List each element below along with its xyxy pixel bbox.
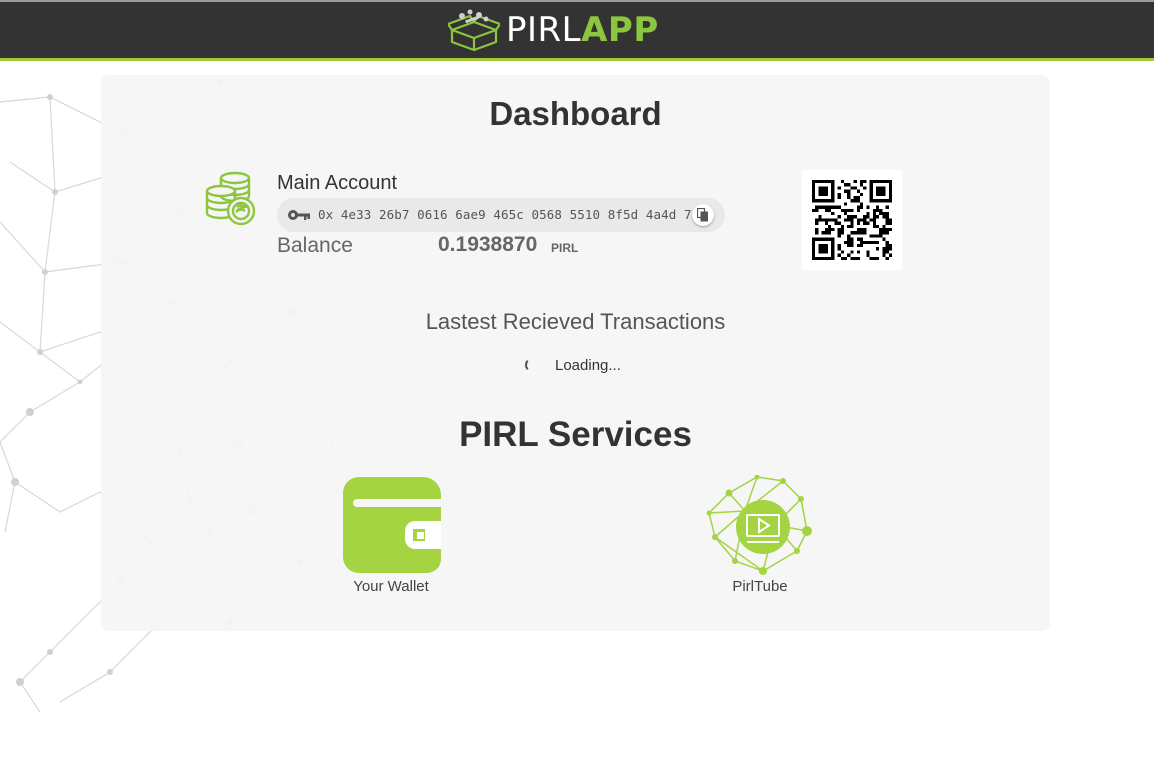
balance-value: 0.1938870 <box>438 233 538 256</box>
loading-spinner-icon <box>525 358 539 372</box>
address-field: 0x 4e33 26b7 0616 6ae9 465c 0568 5510 8f… <box>277 198 725 232</box>
copy-icon <box>697 208 708 222</box>
balance-label: Balance <box>277 234 353 257</box>
navbar-accent-line <box>0 58 1154 61</box>
service-label: PirlTube <box>732 578 788 595</box>
logo-text-app: APP <box>581 10 659 50</box>
logo-box-icon <box>448 9 500 52</box>
wallet-icon <box>343 477 441 573</box>
qr-code <box>802 170 902 270</box>
logo-text-pirl: PIRL <box>506 10 582 50</box>
app-logo[interactable]: PIRLAPP <box>448 7 659 53</box>
copy-address-button[interactable] <box>692 204 714 226</box>
coins-icon <box>205 171 256 226</box>
transactions-title: Lastest Recieved Transactions <box>425 309 726 334</box>
logo-text: PIRLAPP <box>506 7 659 53</box>
account-name: Main Account <box>277 172 398 194</box>
qr-code-graphic <box>812 180 892 260</box>
top-navbar: PIRLAPP <box>0 0 1154 58</box>
loading-text: Loading... <box>555 357 621 374</box>
dashboard-card: Dashboard Main Account 0x 4e33 26b7 0616… <box>101 75 1050 631</box>
key-icon <box>288 210 310 220</box>
page-title: Dashboard <box>489 95 662 132</box>
account-address[interactable]: 0x 4e33 26b7 0616 6ae9 465c 0568 5510 8f… <box>318 207 715 222</box>
pirltube-icon <box>706 475 812 575</box>
services-title: PIRL Services <box>459 415 692 454</box>
service-your-wallet[interactable]: Your Wallet <box>321 475 461 595</box>
service-label: Your Wallet <box>353 578 429 595</box>
balance-unit: PIRL <box>551 241 579 255</box>
service-pirltube[interactable]: PirlTube <box>690 475 830 595</box>
